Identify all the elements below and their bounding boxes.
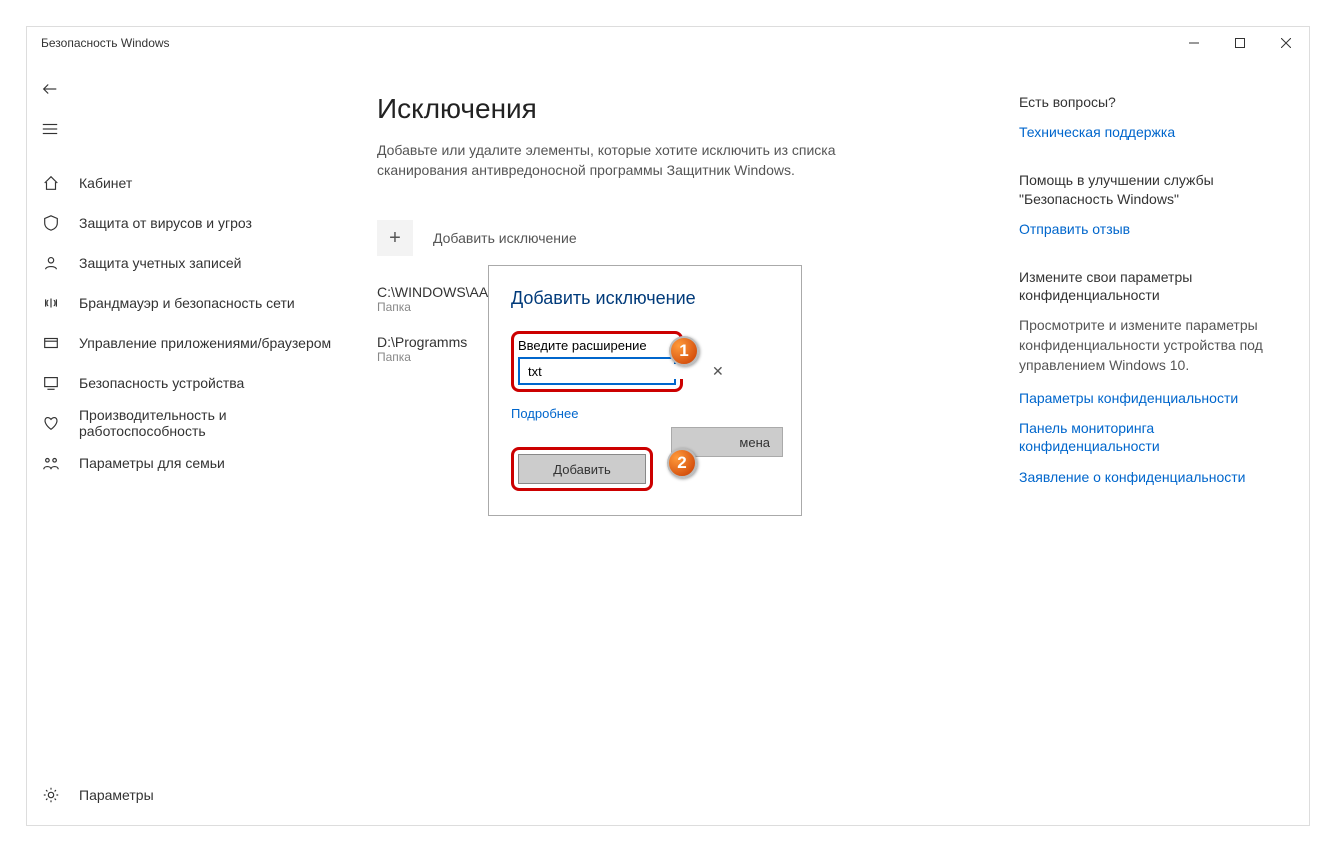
sidebar-item-performance[interactable]: Производительность и работоспособность [27,403,357,443]
wifi-icon [41,294,61,312]
plus-icon: + [377,220,413,256]
extension-label: Введите расширение [518,338,676,353]
sidebar-item-firewall[interactable]: Брандмауэр и безопасность сети [27,283,357,323]
add-exclusion-dialog: Добавить исключение Введите расширение ✕… [488,265,802,516]
aside-title: Есть вопросы? [1019,93,1289,111]
add-button[interactable]: Добавить [518,454,646,484]
aside-title: Помощь в улучшении службы "Безопасность … [1019,171,1289,207]
sidebar-item-label: Кабинет [79,175,132,191]
caption-buttons [1171,27,1309,59]
sidebar-item-label: Безопасность устройства [79,375,244,391]
window-title: Безопасность Windows [41,36,170,50]
add-exclusion-button[interactable]: + Добавить исключение [377,220,989,256]
add-button-label: Добавить [553,462,610,477]
privacy-dashboard-link[interactable]: Панель мониторинга конфиденциальности [1019,419,1289,455]
sidebar-item-label: Параметры [79,787,154,803]
feedback-link[interactable]: Отправить отзыв [1019,220,1289,238]
maximize-button[interactable] [1217,27,1263,59]
callout-badge-1: 1 [669,336,699,366]
clear-input-icon[interactable]: ✕ [712,363,724,380]
page-description: Добавьте или удалите элементы, которые х… [377,141,877,180]
dialog-title: Добавить исключение [511,288,779,309]
sidebar-item-label: Параметры для семьи [79,455,225,471]
sidebar-item-virus[interactable]: Защита от вирусов и угроз [27,203,357,243]
minimize-button[interactable] [1171,27,1217,59]
more-link[interactable]: Подробнее [511,406,578,421]
cancel-button-label: мена [739,435,770,450]
close-button[interactable] [1263,27,1309,59]
sidebar-item-label: Защита учетных записей [79,255,241,271]
home-icon [41,174,61,192]
hamburger-button[interactable] [27,109,357,149]
sidebar-item-settings[interactable]: Параметры [27,775,357,815]
aside-panel: Есть вопросы? Техническая поддержка Помо… [1019,59,1309,825]
support-link[interactable]: Техническая поддержка [1019,123,1289,141]
account-icon [41,254,61,272]
page-title: Исключения [377,93,989,125]
heart-icon [41,414,61,432]
device-icon [41,374,61,392]
sidebar-item-device[interactable]: Безопасность устройства [27,363,357,403]
titlebar: Безопасность Windows [27,27,1309,59]
app-icon [41,334,61,352]
back-button[interactable] [27,69,357,109]
sidebar-item-label: Защита от вирусов и угроз [79,215,252,231]
callout-badge-2: 2 [667,448,697,478]
family-icon [41,454,61,472]
privacy-statement-link[interactable]: Заявление о конфиденциальности [1019,468,1289,486]
sidebar-item-label: Управление приложениями/браузером [79,335,331,351]
privacy-settings-link[interactable]: Параметры конфиденциальности [1019,389,1289,407]
sidebar-item-appbrowser[interactable]: Управление приложениями/браузером [27,323,357,363]
add-exclusion-label: Добавить исключение [433,230,577,246]
gear-icon [41,786,61,804]
sidebar-item-label: Производительность и работоспособность [79,407,357,439]
sidebar-item-home[interactable]: Кабинет [27,163,357,203]
aside-text: Просмотрите и измените параметры конфиде… [1019,316,1289,375]
sidebar-item-label: Брандмауэр и безопасность сети [79,295,295,311]
extension-field-group: Введите расширение ✕ [511,331,683,392]
sidebar: Кабинет Защита от вирусов и угроз Защита… [27,59,357,825]
sidebar-item-account[interactable]: Защита учетных записей [27,243,357,283]
sidebar-item-family[interactable]: Параметры для семьи [27,443,357,483]
shield-icon [41,214,61,232]
aside-title: Измените свои параметры конфиденциальнос… [1019,268,1289,304]
